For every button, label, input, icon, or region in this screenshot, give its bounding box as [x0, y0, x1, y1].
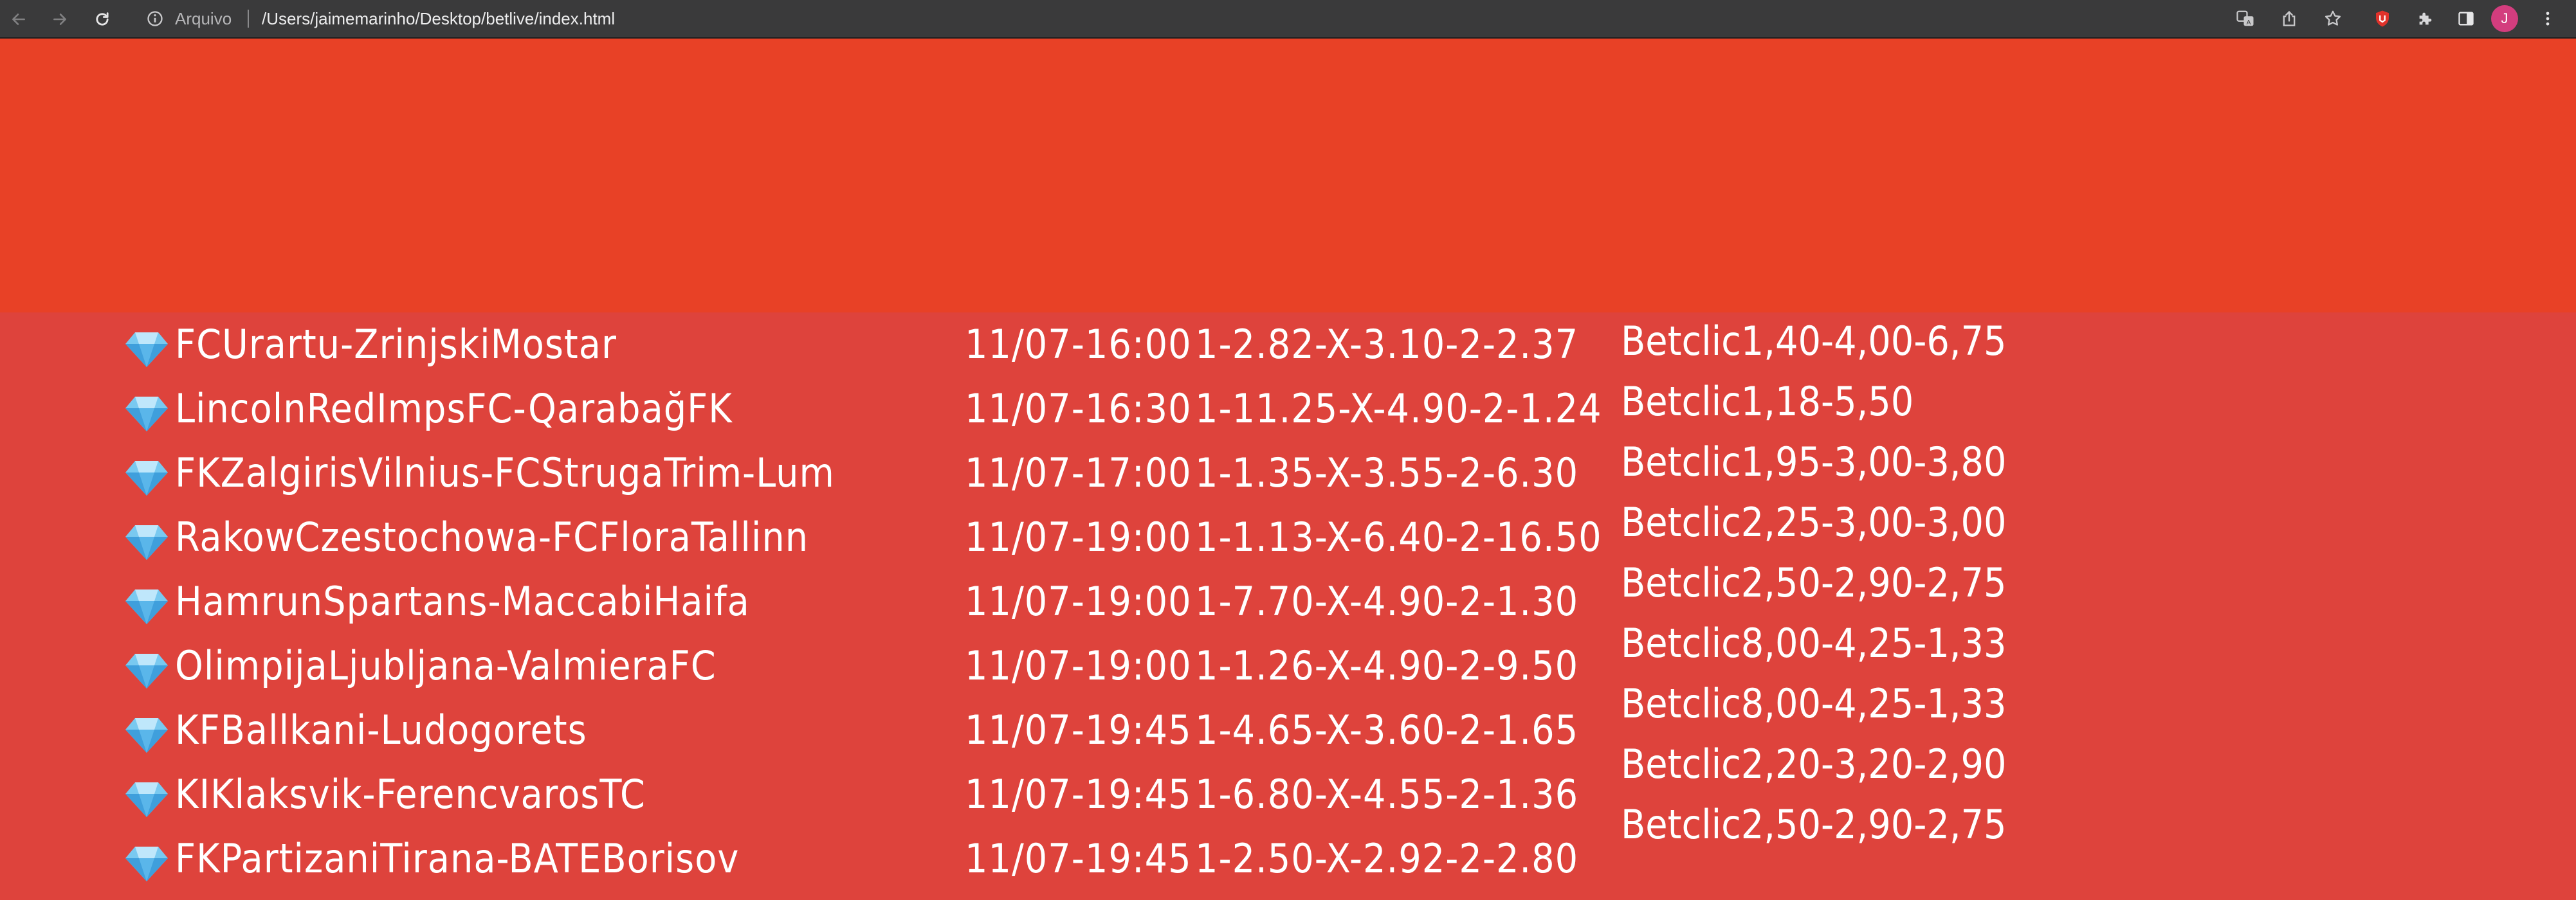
match-time: 11/07-19:00: [965, 578, 1192, 625]
match-row: FKPartizaniTirana-BATEBorisov 11/07-19:4…: [0, 827, 2576, 891]
match-time: 11/07-19:45: [965, 835, 1192, 882]
match-row: KIKlaksvik-FerencvarosTC 11/07-19:45 1-6…: [0, 762, 2576, 827]
match-odds: 1-4.65-X-3.60-2-1.65: [1195, 706, 1579, 753]
address-separator: [248, 10, 249, 28]
match-teams: KIKlaksvik-FerencvarosTC: [175, 771, 646, 818]
betclic-odds: Betclic1,40-4,00-6,75: [1621, 318, 2007, 364]
reload-button[interactable]: [91, 8, 113, 30]
betclic-odds: Betclic1,95-3,00-3,80: [1621, 438, 2007, 485]
extensions-button[interactable]: [2413, 6, 2438, 31]
match-time: 11/07-19:45: [965, 771, 1192, 818]
match-odds: 1-1.35-X-3.55-2-6.30: [1195, 449, 1579, 496]
match-teams: OlimpijaLjubljana-ValmieraFC: [175, 642, 717, 689]
match-teams: FCUrartu-ZrinjskiMostar: [175, 321, 617, 368]
match-row: LincolnRedImpsFC-QarabağFK 11/07-16:30 1…: [0, 377, 2576, 441]
match-teams: HamrunSpartans-MaccabiHaifa: [175, 578, 750, 625]
match-time: 11/07-17:00: [965, 449, 1192, 496]
arrow-left-icon: [12, 14, 25, 25]
arrow-right-icon: [53, 14, 66, 25]
gem-icon: [125, 590, 168, 624]
star-icon: [2325, 10, 2341, 26]
gem-icon: [125, 525, 168, 560]
side-panel-button[interactable]: [2454, 6, 2478, 31]
match-teams: RakowCzestochowa-FCFloraTallinn: [175, 514, 809, 561]
betclic-odds: Betclic8,00-4,25-1,33: [1621, 620, 2007, 667]
shield-extension-button[interactable]: [2370, 6, 2395, 31]
betclic-odds: Betclic2,50-2,90-2,75: [1621, 801, 2007, 848]
match-odds: 1-7.70-X-4.90-2-1.30: [1195, 578, 1579, 625]
match-odds: 1-6.80-X-4.55-2-1.36: [1195, 771, 1579, 818]
translate-button[interactable]: A: [2233, 6, 2258, 31]
match-odds: 1-11.25-X-4.90-2-1.24: [1195, 385, 1602, 432]
match-row: RakowCzestochowa-FCFloraTallinn 11/07-19…: [0, 505, 2576, 570]
betclic-odds: Betclic1,18-5,50: [1621, 378, 1914, 425]
match-row: KFBallkani-Ludogorets 11/07-19:45 1-4.65…: [0, 698, 2576, 762]
reload-icon: [96, 12, 109, 26]
match-teams: KFBallkani-Ludogorets: [175, 706, 587, 753]
match-time: 11/07-19:45: [965, 706, 1192, 753]
address-bar-url[interactable]: /Users/jaimemarinho/Desktop/betlive/inde…: [262, 6, 615, 32]
browser-toolbar: Arquivo /Users/jaimemarinho/Desktop/betl…: [0, 0, 2576, 39]
match-time: 11/07-19:00: [965, 514, 1192, 561]
match-time: 11/07-16:00: [965, 321, 1192, 368]
match-odds: 1-1.13-X-6.40-2-16.50: [1195, 514, 1602, 561]
profile-avatar[interactable]: J: [2491, 5, 2518, 32]
share-icon: [2283, 10, 2296, 26]
header-banner: [0, 39, 2576, 312]
gem-icon: [125, 332, 168, 367]
match-odds: 1-2.82-X-3.10-2-2.37: [1195, 321, 1579, 368]
match-time: 11/07-16:30: [965, 385, 1192, 432]
gem-icon: [125, 782, 168, 817]
gem-icon: [125, 718, 168, 753]
match-teams: FKZalgirisVilnius-FCStrugaTrim-Lum: [175, 449, 835, 496]
shield-extension-icon: [2376, 10, 2389, 27]
betclic-odds: Betclic2,25-3,00-3,00: [1621, 499, 2007, 546]
match-row: HamrunSpartans-MaccabiHaifa 11/07-19:00 …: [0, 570, 2576, 634]
address-scheme-label: Arquivo: [175, 9, 232, 28]
match-row: FCUrartu-ZrinjskiMostar 11/07-16:00 1-2.…: [0, 312, 2576, 377]
puzzle-icon: [2419, 12, 2432, 25]
match-time: 11/07-19:00: [965, 642, 1192, 689]
share-button[interactable]: [2277, 6, 2301, 31]
betclic-odds: Betclic8,00-4,25-1,33: [1621, 680, 2007, 727]
kebab-menu-icon: [2546, 12, 2550, 26]
side-panel-icon: [2458, 12, 2474, 26]
back-button[interactable]: [8, 8, 30, 30]
gem-icon: [125, 461, 168, 496]
forward-button[interactable]: [49, 8, 71, 30]
betclic-odds: Betclic2,20-3,20-2,90: [1621, 741, 2007, 788]
bookmark-button[interactable]: [2321, 6, 2345, 31]
gem-icon: [125, 654, 168, 688]
gem-icon: [125, 847, 168, 881]
match-row: OlimpijaLjubljana-ValmieraFC 11/07-19:00…: [0, 634, 2576, 698]
betclic-odds: Betclic2,50-2,90-2,75: [1621, 559, 2007, 606]
menu-button[interactable]: [2535, 6, 2560, 31]
gem-icon: [125, 397, 168, 431]
match-row: FKZalgirisVilnius-FCStrugaTrim-Lum 11/07…: [0, 441, 2576, 505]
info-icon: [147, 11, 163, 26]
site-info-button[interactable]: [144, 8, 166, 30]
translate-icon: A: [2236, 10, 2254, 26]
match-odds: 1-2.50-X-2.92-2-2.80: [1195, 835, 1579, 882]
svg-text:A: A: [2247, 19, 2251, 26]
match-odds: 1-1.26-X-4.90-2-9.50: [1195, 642, 1579, 689]
matches-list: FCUrartu-ZrinjskiMostar 11/07-16:00 1-2.…: [0, 312, 2576, 900]
match-teams: LincolnRedImpsFC-QarabağFK: [175, 385, 733, 432]
match-teams: FKPartizaniTirana-BATEBorisov: [175, 835, 740, 882]
